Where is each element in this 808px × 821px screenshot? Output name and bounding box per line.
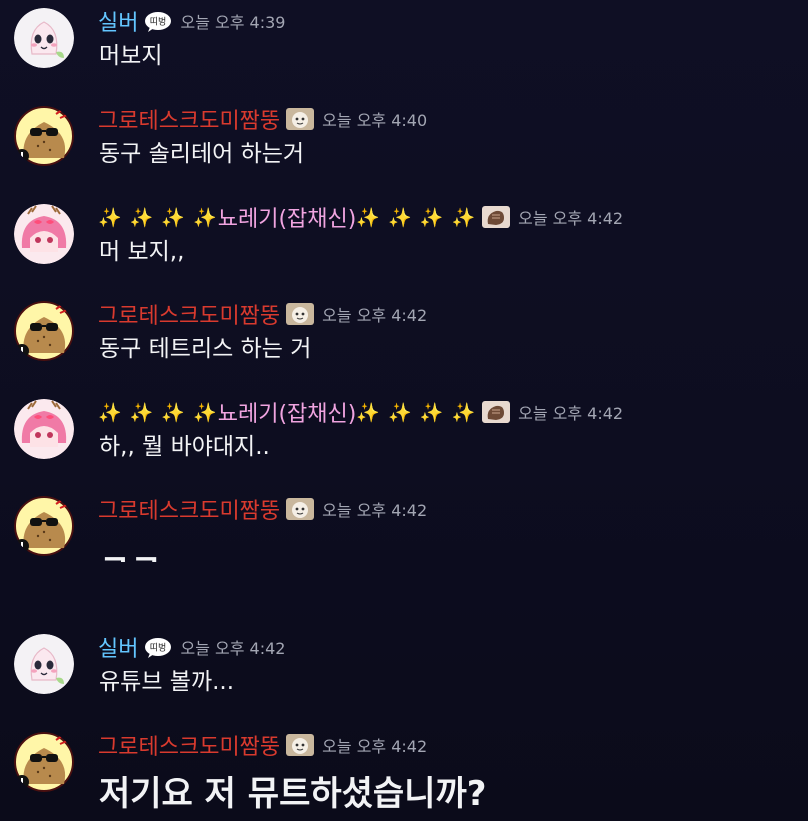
timestamp: 오늘 오후 4:42 xyxy=(322,501,428,520)
chat-messages: 실버 오늘 오후 4:39 머보지 그로테스크도미짬뚱 오늘 오후 4:40 동… xyxy=(0,0,808,821)
author-name[interactable]: 그로테스크도미짬뚱 xyxy=(98,298,280,330)
message-header: ✨ ✨ ✨ ✨ 뇨레기(잡채신) ✨ ✨ ✨ ✨ 오늘 오후 4:42 xyxy=(98,397,623,427)
sparkles-decoration: ✨ ✨ ✨ ✨ xyxy=(98,206,218,229)
message-header: 그로테스크도미짬뚱 오늘 오후 4:42 xyxy=(98,494,427,524)
hand-tag-icon xyxy=(482,206,510,228)
message-text: 동구 솔리테어 하는거 xyxy=(99,141,305,167)
potato-sunglasses-avatar-icon[interactable] xyxy=(14,496,74,556)
message-text: ㅋㅋ xyxy=(99,540,162,562)
potato-sunglasses-avatar-icon[interactable] xyxy=(14,732,74,792)
timestamp: 오늘 오후 4:42 xyxy=(180,639,286,658)
author-name[interactable]: 그로테스크도미짬뚱 xyxy=(98,103,280,135)
message-text: 저기요 저 뮤트하셨습니까? xyxy=(99,774,487,814)
sparkles-decoration: ✨ ✨ ✨ ✨ xyxy=(98,401,218,424)
face-tag-icon xyxy=(286,498,314,520)
timestamp: 오늘 오후 4:42 xyxy=(322,737,428,756)
face-tag-icon xyxy=(286,734,314,756)
face-tag-icon xyxy=(286,303,314,325)
potato-sunglasses-avatar-icon[interactable] xyxy=(14,106,74,166)
sparkles-decoration: ✨ ✨ ✨ ✨ xyxy=(356,206,477,229)
author-name[interactable]: 실버 xyxy=(98,5,138,37)
message-text: 하,, 뭘 바야대지.. xyxy=(99,434,270,460)
message-text: 머 보지,, xyxy=(99,239,185,265)
sparkles-decoration: ✨ ✨ ✨ ✨ xyxy=(356,401,477,424)
message-header: 실버 오늘 오후 4:42 xyxy=(98,632,285,662)
author-name[interactable]: 실버 xyxy=(98,631,138,663)
timestamp: 오늘 오후 4:39 xyxy=(180,13,286,32)
pink-blob-avatar-icon[interactable] xyxy=(14,8,74,68)
timestamp: 오늘 오후 4:42 xyxy=(518,209,624,228)
speech-bubble-tag-icon xyxy=(144,10,172,32)
message-header: 그로테스크도미짬뚱 오늘 오후 4:40 xyxy=(98,104,427,134)
message-header: 그로테스크도미짬뚱 오늘 오후 4:42 xyxy=(98,299,427,329)
message-header: ✨ ✨ ✨ ✨ 뇨레기(잡채신) ✨ ✨ ✨ ✨ 오늘 오후 4:42 xyxy=(98,202,623,232)
author-name[interactable]: 뇨레기(잡채신) xyxy=(218,201,357,233)
message-text: 머보지 xyxy=(99,43,163,69)
timestamp: 오늘 오후 4:40 xyxy=(322,111,428,130)
message-header: 실버 오늘 오후 4:39 xyxy=(98,6,285,36)
timestamp: 오늘 오후 4:42 xyxy=(322,306,428,325)
potato-sunglasses-avatar-icon[interactable] xyxy=(14,301,74,361)
speech-bubble-tag-icon xyxy=(144,636,172,658)
message-text: 동구 테트리스 하는 거 xyxy=(99,336,312,362)
pink-blob-avatar-icon[interactable] xyxy=(14,634,74,694)
message-text: 유튜브 볼까... xyxy=(99,669,235,695)
author-name[interactable]: 그로테스크도미짬뚱 xyxy=(98,729,280,761)
timestamp: 오늘 오후 4:42 xyxy=(518,404,624,423)
message-header: 그로테스크도미짬뚱 오늘 오후 4:42 xyxy=(98,730,427,760)
hand-tag-icon xyxy=(482,401,510,423)
pink-hair-deer-girl-avatar-icon[interactable] xyxy=(14,399,74,459)
face-tag-icon xyxy=(286,108,314,130)
pink-hair-deer-girl-avatar-icon[interactable] xyxy=(14,204,74,264)
author-name[interactable]: 뇨레기(잡채신) xyxy=(218,396,357,428)
author-name[interactable]: 그로테스크도미짬뚱 xyxy=(98,493,280,525)
